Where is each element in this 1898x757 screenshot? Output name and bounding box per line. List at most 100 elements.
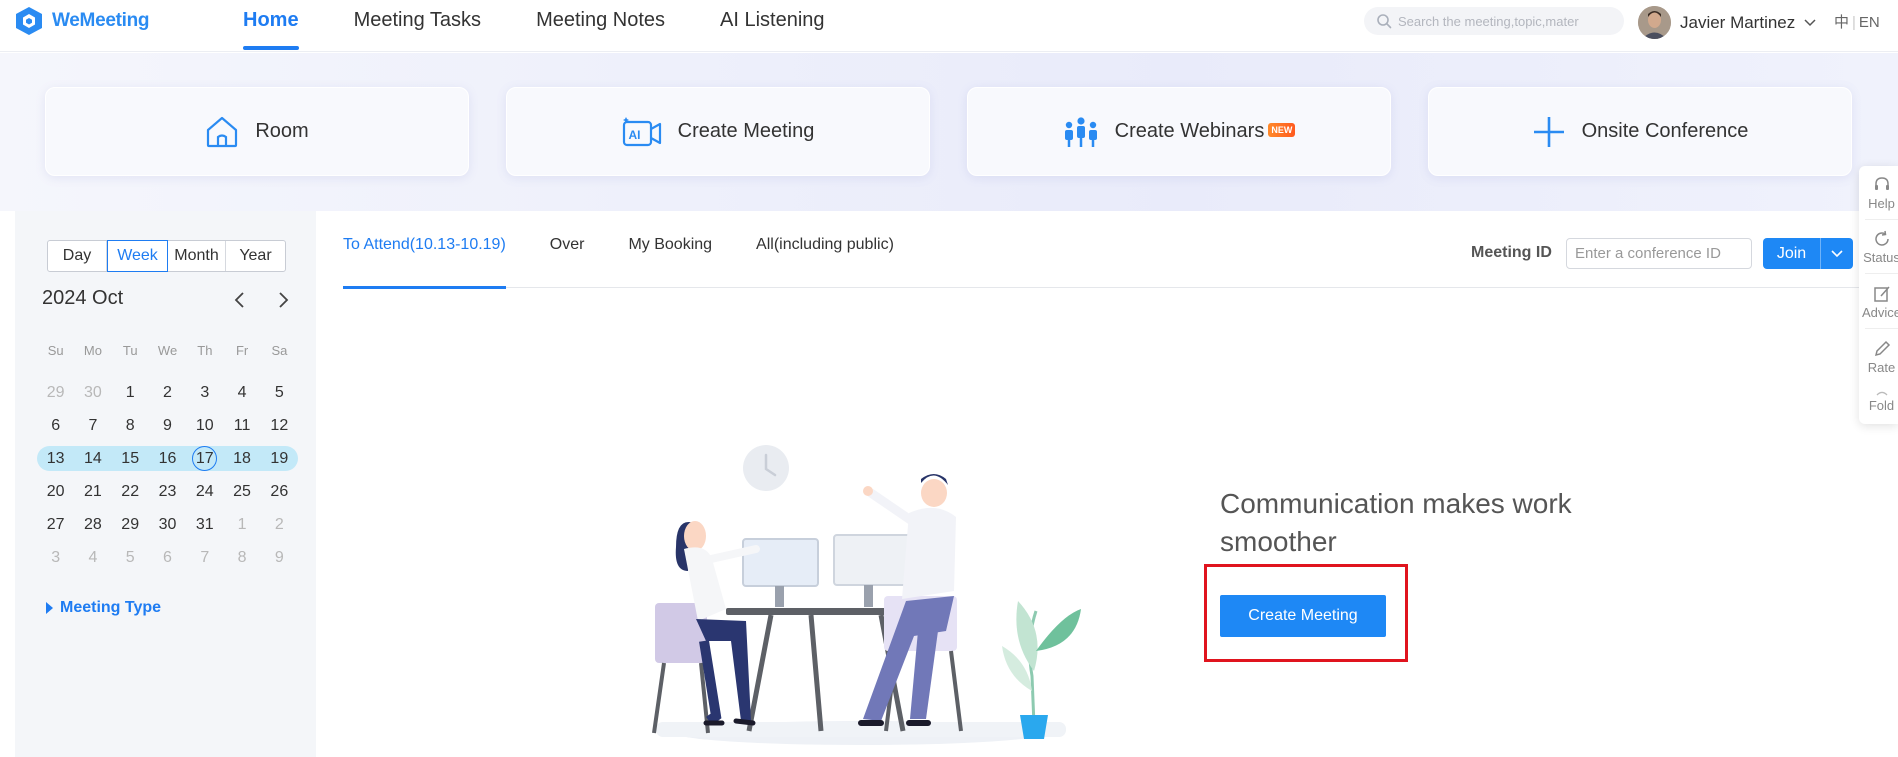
calendar-day[interactable]: 27	[37, 508, 74, 541]
weekday-mo: Mo	[83, 343, 102, 358]
calendar-day[interactable]: 15	[112, 442, 149, 475]
tab-to-attend[interactable]: To Attend(10.13-10.19)	[343, 231, 506, 289]
calendar-day[interactable]: 5	[261, 376, 298, 409]
app-logo[interactable]: WeMeeting	[14, 6, 150, 36]
create-meeting-button[interactable]: Create Meeting	[1220, 595, 1386, 637]
calendar-day-today[interactable]: 17	[186, 442, 223, 475]
calendar-day[interactable]: 31	[186, 508, 223, 541]
calendar-day[interactable]: 6	[149, 541, 186, 574]
calendar-day[interactable]: 24	[186, 475, 223, 508]
view-year-button[interactable]: Year	[226, 241, 285, 271]
calendar-day[interactable]: 7	[186, 541, 223, 574]
calendar-day[interactable]: 4	[74, 541, 111, 574]
search-box	[1364, 7, 1624, 35]
webinar-people-icon	[1064, 116, 1097, 147]
status-label: Status	[1863, 250, 1898, 265]
top-bar: WeMeeting Home Meeting Tasks Meeting Not…	[0, 0, 1898, 52]
calendar-day[interactable]: 2	[149, 376, 186, 409]
meeting-id-input[interactable]	[1566, 238, 1752, 269]
advice-button[interactable]: Advice	[1859, 285, 1898, 320]
view-day-button[interactable]: Day	[48, 241, 107, 271]
calendar-day[interactable]: 28	[74, 508, 111, 541]
create-meeting-card[interactable]: AI Create Meeting	[506, 87, 930, 176]
calendar-day[interactable]: 2	[261, 508, 298, 541]
join-dropdown-button[interactable]	[1820, 238, 1853, 269]
next-month-icon[interactable]	[274, 291, 292, 309]
calendar-day[interactable]: 20	[37, 475, 74, 508]
tab-over[interactable]: Over	[550, 231, 585, 287]
calendar-day[interactable]: 5	[112, 541, 149, 574]
rail-divider	[1865, 328, 1898, 329]
ai-camera-icon: AI	[622, 116, 661, 146]
weekday-su: Su	[47, 343, 64, 358]
calendar-day[interactable]: 6	[37, 409, 74, 442]
calendar-day[interactable]: 22	[112, 475, 149, 508]
calendar-day[interactable]: 13	[37, 442, 74, 475]
room-label: Room	[255, 120, 309, 142]
avatar[interactable]	[1638, 6, 1671, 39]
calendar-day[interactable]: 29	[37, 376, 74, 409]
calendar-day[interactable]: 1	[223, 508, 260, 541]
status-button[interactable]: Status	[1859, 230, 1898, 265]
calendar-day[interactable]: 12	[261, 409, 298, 442]
calendar-day[interactable]: 19	[261, 442, 298, 475]
nav-tab-home[interactable]: Home	[243, 0, 299, 52]
wemeeting-logo-icon	[16, 7, 42, 35]
calendar-day[interactable]: 30	[149, 508, 186, 541]
calendar-day[interactable]: 14	[74, 442, 111, 475]
weekday-we: We	[157, 343, 178, 358]
calendar-panel: Day Week Month Year 2024 Oct Su Mo Tu We…	[15, 211, 316, 757]
calendar-day[interactable]: 8	[112, 409, 149, 442]
nav-tab-meeting-tasks[interactable]: Meeting Tasks	[354, 0, 481, 52]
weekday-sa: Sa	[271, 343, 288, 358]
search-input[interactable]	[1398, 13, 1623, 29]
calendar-day[interactable]: 8	[223, 541, 260, 574]
nav-tab-ai-listening[interactable]: AI Listening	[720, 0, 825, 52]
calendar-day[interactable]: 11	[223, 409, 260, 442]
lang-en[interactable]: EN	[1859, 14, 1880, 31]
fold-button[interactable]: Fold	[1859, 390, 1898, 413]
create-meeting-label: Create Meeting	[677, 120, 815, 142]
search-icon	[1377, 14, 1392, 29]
calendar-week-row: 3 4 5 6 7 8 9	[37, 541, 298, 574]
calendar-day[interactable]: 16	[149, 442, 186, 475]
create-webinars-card[interactable]: Create Webinars NEW	[967, 87, 1391, 176]
refresh-icon	[1874, 230, 1889, 246]
weekday-fr: Fr	[235, 343, 249, 358]
chevron-down-icon	[1804, 18, 1816, 26]
calendar-day[interactable]: 30	[74, 376, 111, 409]
calendar-day[interactable]: 1	[112, 376, 149, 409]
calendar-week-row: 6 7 8 9 10 11 12	[37, 409, 298, 442]
calendar-day[interactable]: 3	[37, 541, 74, 574]
join-button[interactable]: Join	[1763, 238, 1820, 269]
help-label: Help	[1868, 196, 1895, 211]
user-menu[interactable]: Javier Martinez	[1638, 6, 1816, 39]
calendar-day[interactable]: 3	[186, 376, 223, 409]
calendar-day[interactable]: 9	[149, 409, 186, 442]
calendar-day[interactable]: 26	[261, 475, 298, 508]
view-month-button[interactable]: Month	[168, 241, 226, 271]
calendar-day[interactable]: 10	[186, 409, 223, 442]
calendar-day[interactable]: 29	[112, 508, 149, 541]
meeting-type-toggle[interactable]: Meeting Type	[45, 599, 161, 617]
tab-my-booking[interactable]: My Booking	[628, 231, 712, 287]
rate-button[interactable]: Rate	[1859, 340, 1898, 375]
tab-all-including-public[interactable]: All(including public)	[756, 231, 894, 287]
calendar-day[interactable]: 23	[149, 475, 186, 508]
prev-month-icon[interactable]	[231, 291, 249, 309]
lang-zh[interactable]: 中	[1834, 14, 1849, 31]
calendar-day[interactable]: 21	[74, 475, 111, 508]
app-name: WeMeeting	[52, 10, 150, 31]
calendar-day[interactable]: 7	[74, 409, 111, 442]
calendar-day[interactable]: 25	[223, 475, 260, 508]
calendar-day[interactable]: 18	[223, 442, 260, 475]
nav-tab-meeting-notes[interactable]: Meeting Notes	[536, 0, 665, 52]
user-name: Javier Martinez	[1680, 12, 1796, 32]
calendar-day[interactable]: 4	[223, 376, 260, 409]
help-button[interactable]: Help	[1859, 176, 1898, 211]
calendar-week-row-selected: 13 14 15 16 17 18 19	[37, 442, 298, 475]
view-week-button[interactable]: Week	[107, 240, 168, 272]
onsite-conference-card[interactable]: Onsite Conference	[1428, 87, 1852, 176]
calendar-day[interactable]: 9	[261, 541, 298, 574]
room-card[interactable]: Room	[45, 87, 469, 176]
